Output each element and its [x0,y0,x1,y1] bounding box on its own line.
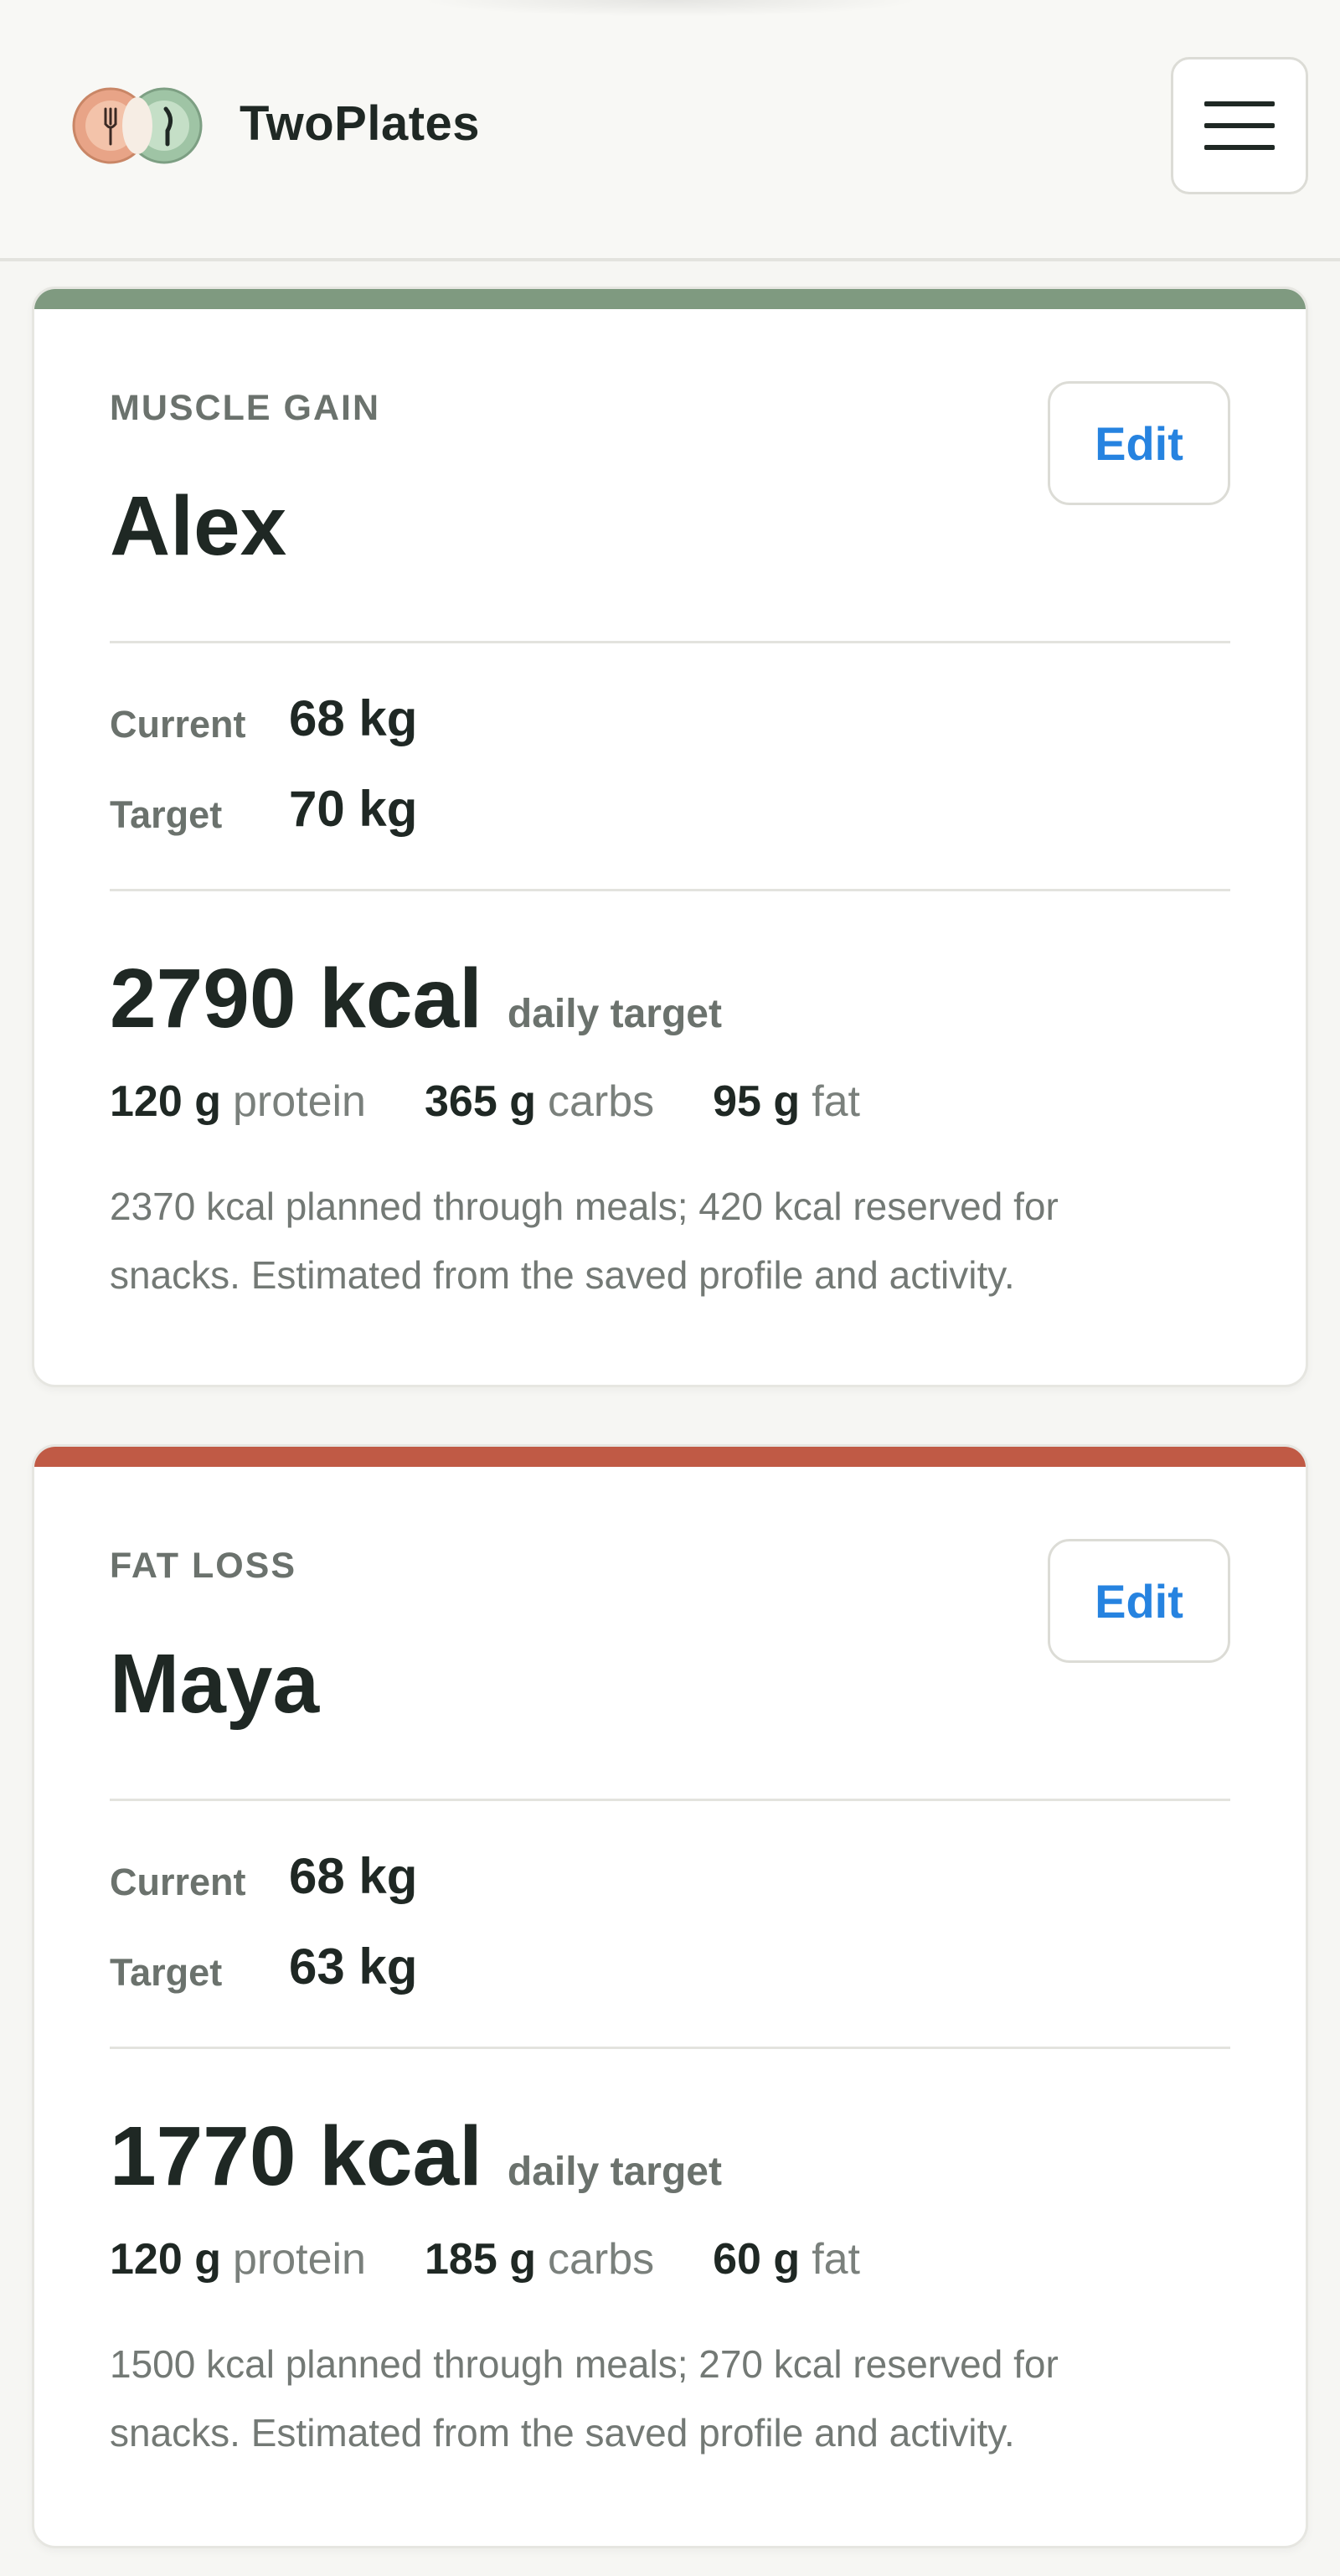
profile-card-alex: MUSCLE GAIN Alex Edit Current 68 kg Targ… [32,287,1308,1387]
calorie-note: 1500 kcal planned through meals; 270 kca… [110,2330,1224,2467]
macro-amount: 120 g [110,2235,221,2284]
calorie-note-line: snacks. Estimated from the saved profile… [110,2411,1015,2455]
macro-fat: 95 g fat [713,1076,860,1127]
person-name: Alex [110,479,287,573]
macro-breakdown: 120 g protein 365 g carbs 95 g fat [110,1076,860,1127]
calorie-note: 2370 kcal planned through meals; 420 kca… [110,1172,1224,1309]
brand-name[interactable]: TwoPlates [240,96,480,152]
macro-name: protein [232,2235,366,2284]
divider [110,1799,1230,1801]
macro-amount: 185 g [424,2235,536,2284]
macro-amount: 60 g [713,2235,801,2284]
macro-name: protein [232,1077,366,1126]
macro-amount: 95 g [713,1077,801,1126]
current-weight-label: Current [110,703,246,746]
two-plates-logo-icon[interactable] [72,80,203,171]
top-header: TwoPlates [0,0,1340,261]
kcal-value: 2790 kcal [110,952,482,1045]
calorie-note-line: 1500 kcal planned through meals; 270 kca… [110,2342,1059,2386]
macro-amount: 120 g [110,1077,221,1126]
calorie-note-line: snacks. Estimated from the saved profile… [110,1253,1015,1297]
divider [110,889,1230,891]
current-weight-label: Current [110,1861,246,1903]
profile-card-maya: FAT LOSS Maya Edit Current 68 kg Target … [32,1444,1308,2548]
daily-kcal-target: 2790 kcal daily target [110,951,722,1047]
macro-carbs: 185 g carbs [425,2234,654,2284]
kcal-value: 1770 kcal [110,2109,482,2203]
macro-name: carbs [547,2235,655,2284]
person-name: Maya [110,1637,320,1731]
macro-fat: 60 g fat [713,2234,860,2284]
current-weight-value: 68 kg [289,690,418,746]
macro-name: fat [812,1077,861,1126]
daily-kcal-target: 1770 kcal daily target [110,2109,722,2205]
target-weight-label: Target [110,793,223,836]
kcal-caption: daily target [507,2150,722,2194]
target-weight-value: 63 kg [289,1938,418,1995]
target-weight-label: Target [110,1951,223,1994]
kcal-caption: daily target [507,992,722,1036]
divider [110,2047,1230,2049]
macro-name: carbs [547,1077,655,1126]
edit-profile-button[interactable]: Edit [1048,1539,1230,1663]
macro-breakdown: 120 g protein 185 g carbs 60 g fat [110,2234,860,2284]
divider [110,641,1230,643]
menu-button[interactable] [1171,57,1308,194]
macro-protein: 120 g protein [110,2234,366,2284]
macro-name: fat [812,2235,861,2284]
macro-protein: 120 g protein [110,1076,366,1127]
hamburger-menu-icon-line [1204,145,1275,150]
target-weight-value: 70 kg [289,781,418,837]
hamburger-menu-icon-line [1204,123,1275,128]
calorie-note-line: 2370 kcal planned through meals; 420 kca… [110,1185,1059,1228]
macro-carbs: 365 g carbs [425,1076,654,1127]
goal-label: FAT LOSS [110,1546,297,1586]
header-shadow [419,0,921,17]
hamburger-menu-icon [1204,101,1275,106]
edit-profile-button[interactable]: Edit [1048,381,1230,505]
goal-label: MUSCLE GAIN [110,388,380,428]
current-weight-value: 68 kg [289,1848,418,1904]
macro-amount: 365 g [424,1077,536,1126]
